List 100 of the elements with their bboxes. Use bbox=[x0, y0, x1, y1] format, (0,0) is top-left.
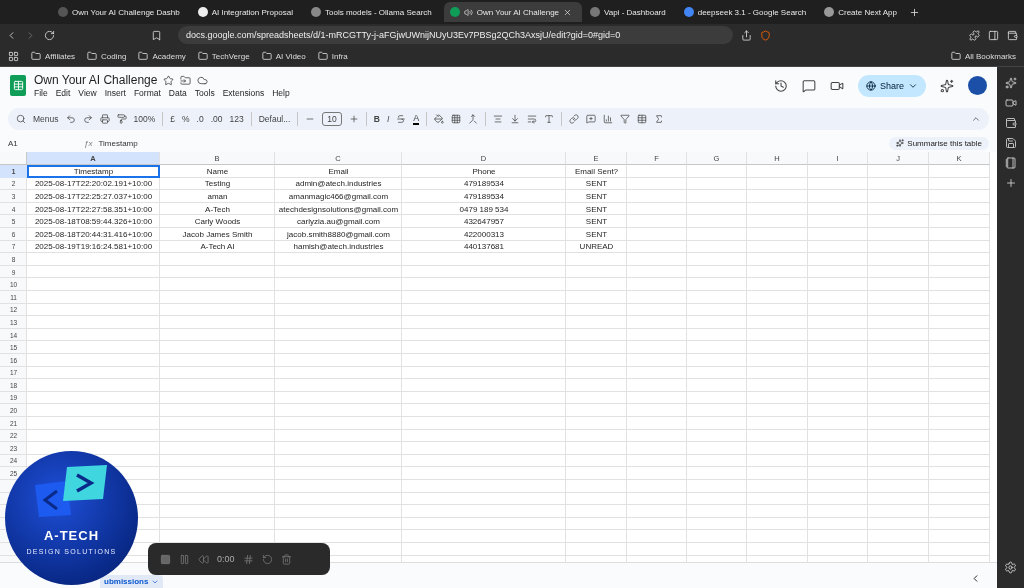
borders-icon[interactable] bbox=[451, 114, 462, 124]
font-size-field[interactable]: 10 bbox=[322, 112, 342, 126]
strikethrough-icon[interactable] bbox=[396, 114, 407, 124]
bookmark-folder[interactable]: Academy bbox=[138, 51, 186, 61]
menu-item[interactable]: View bbox=[78, 88, 97, 98]
cloud-icon[interactable] bbox=[197, 74, 209, 86]
undo-icon[interactable] bbox=[65, 114, 76, 124]
puzzle-icon[interactable] bbox=[969, 29, 980, 41]
restart-icon[interactable] bbox=[261, 553, 273, 565]
share-button[interactable]: Share bbox=[857, 74, 926, 97]
font-select[interactable]: Defaul... bbox=[258, 114, 291, 124]
avatar[interactable] bbox=[968, 76, 987, 95]
browser-tab[interactable]: AI Integration Proposal bbox=[191, 2, 304, 22]
star-icon[interactable] bbox=[163, 74, 175, 86]
wrap-icon[interactable] bbox=[527, 114, 538, 124]
folder-icon[interactable] bbox=[180, 74, 192, 86]
fx-label: ƒx bbox=[84, 138, 93, 148]
vertical-align-icon[interactable] bbox=[510, 114, 521, 124]
table-cell-text: amanmagic466@gmail.com bbox=[287, 191, 390, 203]
favicon-icon bbox=[58, 7, 68, 17]
browser-tab[interactable]: Own Your AI Challenge Dashb bbox=[52, 2, 190, 22]
menu-item[interactable]: Insert bbox=[104, 88, 126, 98]
stop-icon[interactable] bbox=[160, 553, 171, 565]
sheet-tab[interactable]: ubmissions bbox=[100, 575, 164, 588]
menu-item[interactable]: Tools bbox=[194, 88, 215, 98]
table-icon[interactable] bbox=[637, 114, 648, 124]
table-cell-text: SENT bbox=[584, 216, 609, 228]
text-rotation-icon[interactable] bbox=[544, 114, 555, 124]
table-cell-text: SENT bbox=[584, 191, 609, 203]
panel-icon[interactable] bbox=[988, 29, 999, 41]
italic-button[interactable]: I bbox=[386, 114, 390, 124]
wallet-icon[interactable] bbox=[1007, 29, 1018, 41]
browser-tab[interactable]: Create Next App bbox=[818, 2, 907, 22]
menu-item[interactable]: Help bbox=[272, 88, 290, 98]
share-icon[interactable] bbox=[741, 29, 752, 41]
fill-color-icon[interactable] bbox=[434, 114, 445, 124]
redo-icon[interactable] bbox=[82, 114, 93, 124]
bookmark-folder[interactable]: All Bookmarks bbox=[950, 51, 1016, 61]
bookmark-folder[interactable]: AI Video bbox=[261, 51, 306, 61]
menu-item[interactable]: Format bbox=[133, 88, 161, 98]
browser-tab[interactable]: Vapi - Dashboard bbox=[584, 2, 676, 22]
collapse-icon[interactable] bbox=[971, 114, 981, 124]
settings-icon[interactable] bbox=[1004, 561, 1017, 574]
summarise-button[interactable]: Summarise this table bbox=[889, 136, 989, 150]
speaker-icon[interactable] bbox=[463, 7, 473, 17]
decrease-decimal[interactable]: .0 bbox=[196, 114, 204, 124]
apps-icon[interactable] bbox=[8, 50, 19, 62]
formula-field[interactable]: Timestamp bbox=[98, 138, 884, 148]
menu-item[interactable]: File bbox=[34, 88, 48, 98]
menu-item[interactable]: Data bbox=[168, 88, 187, 98]
bookmark-folder[interactable]: Coding bbox=[87, 51, 127, 61]
trash-icon[interactable] bbox=[280, 553, 292, 565]
link-icon[interactable] bbox=[569, 114, 580, 124]
percent-format[interactable]: % bbox=[182, 114, 190, 124]
shield-icon[interactable] bbox=[760, 29, 771, 41]
search-icon[interactable] bbox=[16, 114, 26, 124]
plus-icon[interactable] bbox=[908, 6, 920, 18]
text-color-button[interactable]: A bbox=[413, 113, 420, 125]
paint-format-icon[interactable] bbox=[116, 114, 127, 124]
grid-icon[interactable] bbox=[242, 553, 254, 565]
table-cell-text: carlyzia.au@gmail.com bbox=[296, 216, 381, 228]
chart-icon[interactable] bbox=[603, 114, 614, 124]
close-icon[interactable] bbox=[563, 7, 573, 17]
align-icon[interactable] bbox=[493, 114, 504, 124]
address-field[interactable]: docs.google.com/spreadsheets/d/1-mRCGTTy-j-aFGjwUWnijNUyU3Ev7PBSg2QCh3AxsjU/edit?gid=0#gid=0 bbox=[178, 26, 733, 44]
browser-tab[interactable]: deepseek 3.1 - Google Search bbox=[677, 2, 817, 22]
plus-icon[interactable] bbox=[1004, 177, 1017, 189]
pause-icon[interactable] bbox=[179, 553, 190, 565]
document-title[interactable]: Own Your AI Challenge bbox=[34, 73, 158, 87]
history-icon[interactable] bbox=[773, 78, 788, 93]
menus-search[interactable]: Menus bbox=[33, 114, 59, 124]
reload-icon[interactable] bbox=[44, 29, 55, 41]
wallet-icon[interactable] bbox=[1004, 117, 1017, 129]
comment-icon[interactable] bbox=[801, 78, 816, 93]
sheets-logo-icon[interactable] bbox=[10, 75, 26, 96]
currency-format[interactable]: £ bbox=[170, 114, 175, 124]
zoom-select[interactable]: 100% bbox=[133, 114, 156, 124]
video-icon[interactable] bbox=[1004, 97, 1017, 109]
menu-item[interactable]: Edit bbox=[55, 88, 71, 98]
table-cell-text: admin@atech.industries bbox=[294, 178, 383, 191]
bookmark-folder[interactable]: TechVerge bbox=[197, 51, 250, 61]
browser-tab[interactable]: Own Your AI Challenge bbox=[443, 2, 583, 22]
number-format[interactable]: 123 bbox=[229, 114, 244, 124]
browser-tab[interactable]: Tools models - Ollama Search bbox=[305, 2, 442, 22]
bookmark-icon[interactable] bbox=[151, 29, 162, 41]
sigma-icon[interactable] bbox=[654, 114, 665, 124]
rewind-icon[interactable] bbox=[198, 553, 209, 565]
name-box[interactable]: A1 bbox=[8, 138, 78, 148]
print-icon[interactable] bbox=[99, 114, 110, 124]
increase-decimal[interactable]: .00 bbox=[210, 114, 223, 124]
filter-icon[interactable] bbox=[620, 114, 631, 124]
table-cell-text: atechdesignsolutions@gmail.com bbox=[277, 203, 400, 216]
sparkle-icon[interactable] bbox=[940, 78, 954, 93]
table-cell-text: 422000313 bbox=[462, 228, 505, 241]
menu-item[interactable]: Extensions bbox=[222, 88, 265, 98]
bookmark-folder[interactable]: Affiliates bbox=[31, 51, 76, 61]
add-comment-icon[interactable] bbox=[586, 114, 597, 124]
save-icon[interactable] bbox=[1004, 137, 1017, 149]
bookmark-folder[interactable]: Infra bbox=[317, 51, 348, 61]
bold-button[interactable]: B bbox=[373, 114, 380, 124]
